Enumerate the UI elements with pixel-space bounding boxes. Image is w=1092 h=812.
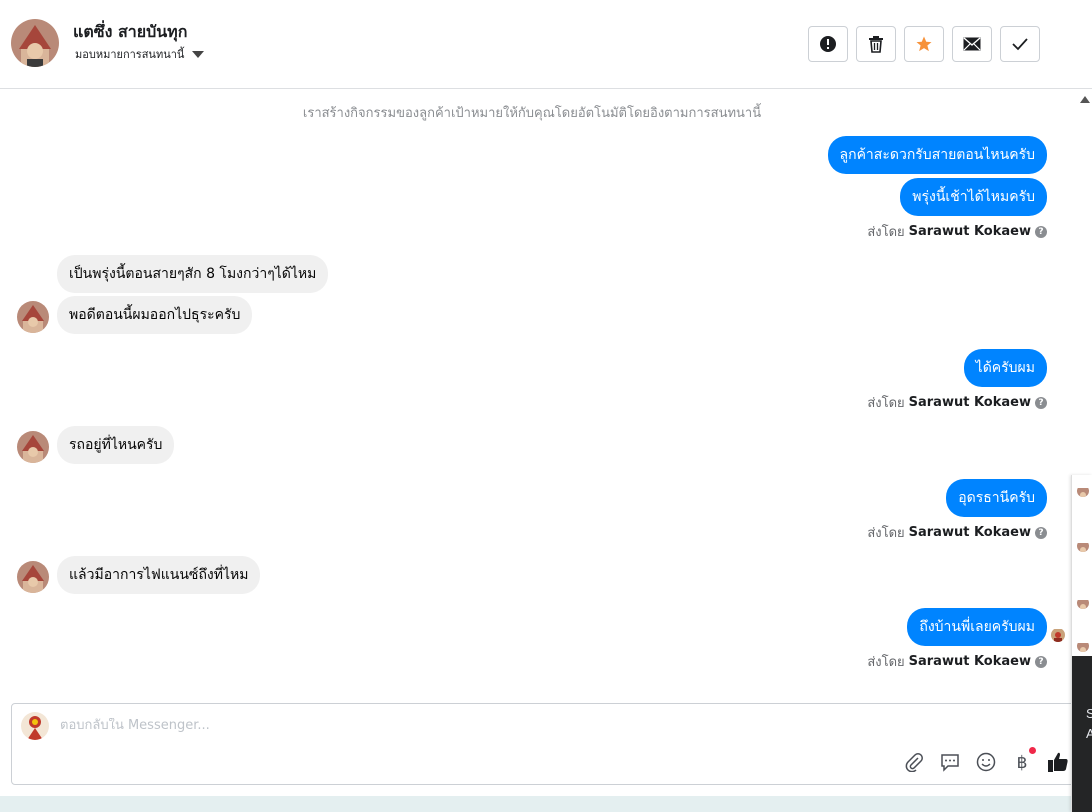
emoji-icon — [976, 752, 996, 772]
assign-label: มอบหมายการสนทนานี้ — [75, 48, 185, 61]
payment-button[interactable]: ฿ — [1010, 747, 1036, 774]
sent-by-prefix: ส่งโดย — [867, 225, 905, 240]
list-avatar[interactable] — [1077, 640, 1089, 652]
customer-avatar[interactable] — [17, 561, 49, 593]
check-icon — [1012, 38, 1028, 51]
mark-done-button[interactable] — [1000, 26, 1040, 62]
reply-input[interactable] — [60, 718, 960, 733]
sent-by-label: ส่งโดย Sarawut Kokaew ? — [867, 651, 1047, 672]
popup-text-1: S — [1086, 706, 1092, 721]
conversation-header: แตซึ่ง สายบันทุก มอบหมายการสนทนานี้ — [0, 0, 1092, 89]
message-bubble-outgoing[interactable]: อุดรธานีครับ — [946, 479, 1047, 517]
sent-by-label: ส่งโดย Sarawut Kokaew ? — [867, 522, 1047, 543]
composer-toolbar: ฿ — [902, 747, 1070, 774]
list-avatar[interactable] — [1077, 597, 1089, 609]
customer-avatar[interactable] — [17, 431, 49, 463]
sent-by-prefix: ส่งโดย — [867, 526, 905, 541]
message-thread: เราสร้างกิจกรรมของลูกค้าเป้าหมายให้กับคุ… — [0, 90, 1072, 700]
reply-composer: ฿ — [11, 703, 1083, 785]
message-bubble-incoming[interactable]: เป็นพรุ่งนี้ตอนสายๆสัก 8 โมงกว่าๆได้ไหม — [57, 255, 329, 293]
sent-by-name[interactable]: Sarawut Kokaew — [909, 395, 1031, 410]
sent-by-name[interactable]: Sarawut Kokaew — [909, 654, 1031, 669]
seen-avatar — [1051, 628, 1065, 642]
notification-dot — [1029, 747, 1036, 754]
sent-by-name[interactable]: Sarawut Kokaew — [909, 525, 1031, 540]
question-icon[interactable]: ? — [1035, 655, 1047, 668]
page-avatar — [21, 712, 49, 740]
trash-icon — [869, 36, 883, 53]
emoji-button[interactable] — [974, 750, 998, 774]
message-bubble-outgoing[interactable]: พรุ่งนี้เช้าได้ไหมครับ — [900, 178, 1047, 216]
dark-popup: S A — [1072, 656, 1092, 812]
chat-bubble-icon — [941, 754, 959, 772]
assign-conversation-dropdown[interactable]: มอบหมายการสนทนานี้ — [75, 45, 205, 63]
caret-down-icon — [192, 50, 205, 58]
mark-unread-button[interactable] — [952, 26, 992, 62]
list-avatar[interactable] — [1077, 485, 1089, 497]
star-icon — [916, 36, 932, 52]
message-bubble-outgoing[interactable]: ลูกค้าสะดวกรับสายตอนไหนครับ — [827, 136, 1047, 174]
alert-icon — [820, 36, 836, 52]
footer-strip — [0, 796, 1092, 812]
baht-icon: ฿ — [1017, 753, 1028, 772]
svg-text:฿: ฿ — [1017, 753, 1028, 772]
envelope-icon — [963, 37, 981, 51]
paperclip-icon — [905, 753, 923, 772]
delete-button[interactable] — [856, 26, 896, 62]
question-icon[interactable]: ? — [1035, 526, 1047, 539]
message-bubble-outgoing[interactable]: ได้ครับผม — [963, 349, 1047, 387]
attach-button[interactable] — [902, 750, 926, 774]
popup-text-2: A — [1086, 726, 1092, 741]
message-bubble-incoming[interactable]: พอดีตอนนี้ผมออกไปธุระครับ — [57, 296, 253, 334]
message-bubble-incoming[interactable]: รถอยู่ที่ไหนครับ — [57, 426, 175, 464]
mark-spam-button[interactable] — [808, 26, 848, 62]
saved-replies-button[interactable] — [938, 750, 962, 774]
message-bubble-outgoing[interactable]: ถึงบ้านพี่เลยครับผม — [907, 608, 1047, 646]
customer-avatar[interactable] — [11, 19, 59, 67]
like-button[interactable] — [1046, 750, 1070, 774]
message-bubble-incoming[interactable]: แล้วมีอาการไฟแนนซ์ถึงที่ไหม — [57, 556, 261, 594]
thumbs-up-icon — [1048, 752, 1068, 772]
customer-name: แตซึ่ง สายบันทุก — [73, 22, 188, 41]
question-icon[interactable]: ? — [1035, 225, 1047, 238]
customer-avatar[interactable] — [17, 301, 49, 333]
sent-by-label: ส่งโดย Sarawut Kokaew ? — [867, 392, 1047, 413]
conversation-list-edge[interactable]: S A — [1071, 475, 1092, 812]
scroll-up-arrow[interactable] — [1080, 96, 1090, 103]
system-note: เราสร้างกิจกรรมของลูกค้าเป้าหมายให้กับคุ… — [302, 106, 762, 121]
sent-by-label: ส่งโดย Sarawut Kokaew ? — [867, 221, 1047, 242]
sent-by-prefix: ส่งโดย — [867, 396, 905, 411]
sent-by-name[interactable]: Sarawut Kokaew — [909, 224, 1031, 239]
list-avatar[interactable] — [1077, 540, 1089, 552]
question-icon[interactable]: ? — [1035, 396, 1047, 409]
conversation-toolbar — [808, 26, 1040, 62]
star-button[interactable] — [904, 26, 944, 62]
sent-by-prefix: ส่งโดย — [867, 655, 905, 670]
